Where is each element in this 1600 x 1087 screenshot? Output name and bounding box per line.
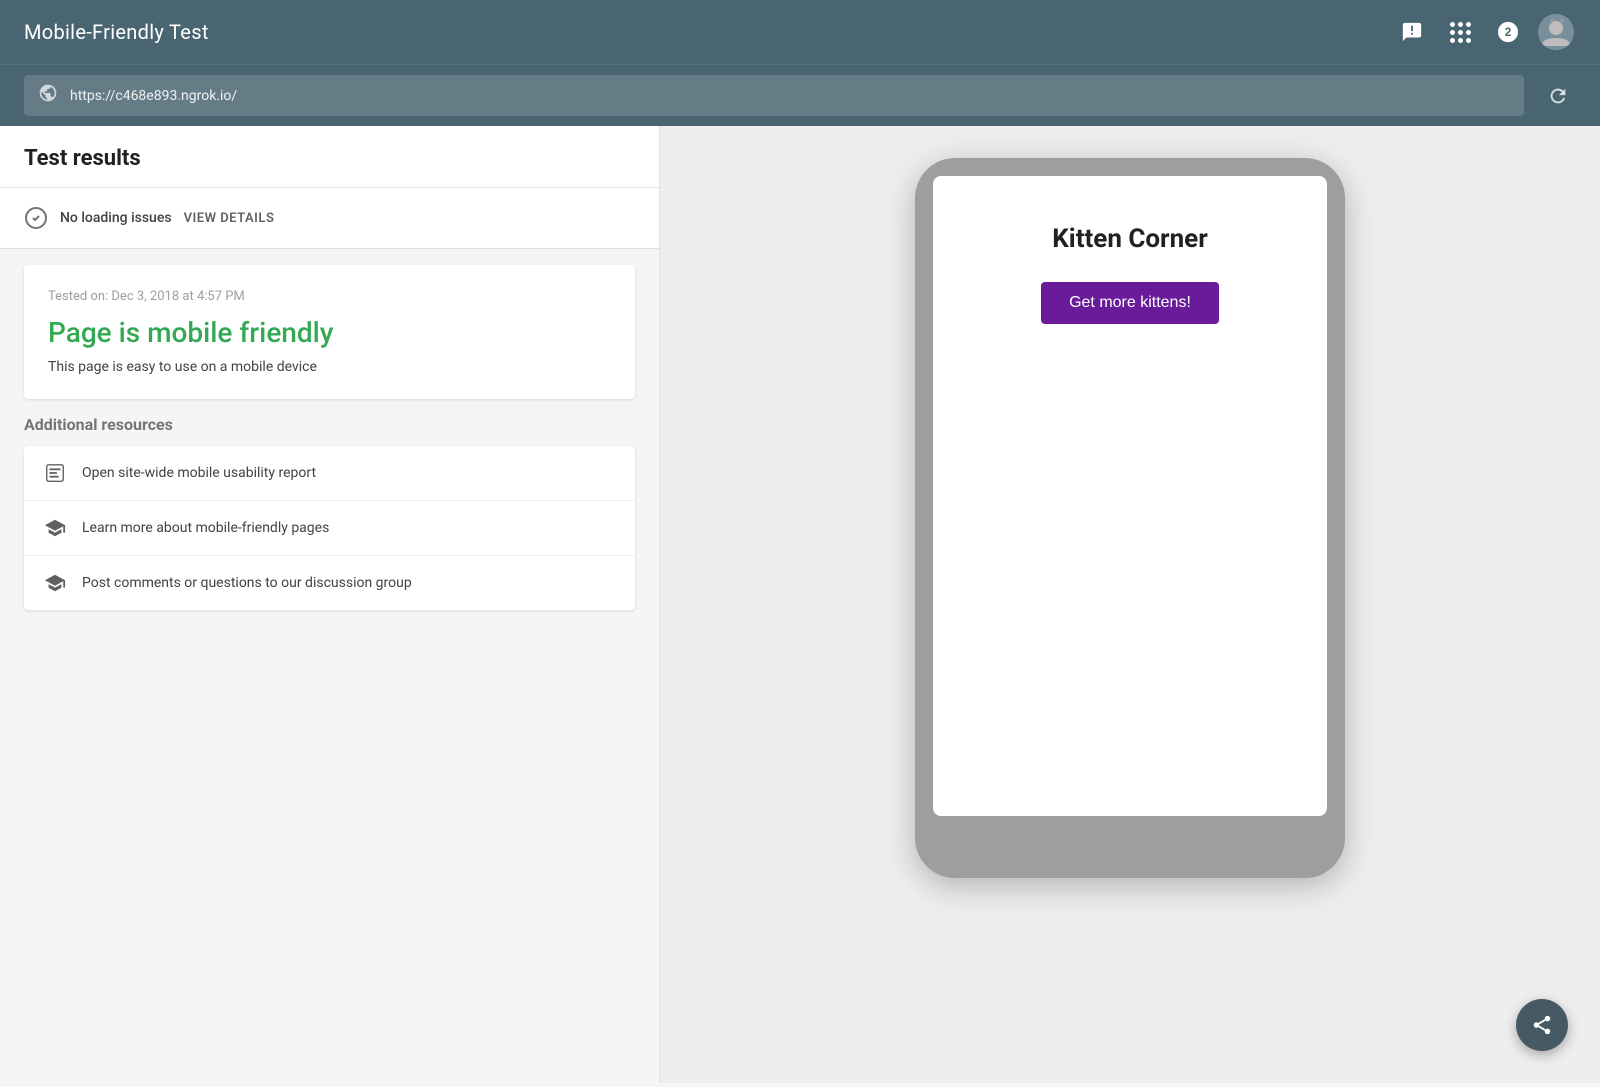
url-input-wrapper[interactable]: https://c468e893.ngrok.io/ [24,75,1524,116]
app-header: Mobile-Friendly Test 2 [0,0,1600,64]
grid-icon [1450,22,1471,43]
right-panel: Kitten Corner Get more kittens! [660,126,1600,1083]
mobile-friendly-description: This page is easy to use on a mobile dev… [48,359,611,375]
phone-screen: Kitten Corner Get more kittens! [933,176,1327,816]
feedback-icon [1401,21,1423,43]
view-details-link[interactable]: VIEW DETAILS [184,211,275,226]
no-loading-issues-text: No loading issues [60,210,172,226]
phone-cta-button[interactable]: Get more kittens! [1041,282,1219,324]
left-panel: Test results No loading issues VIEW DETA… [0,126,660,1083]
avatar [1538,14,1574,50]
notifications-button[interactable]: 2 [1488,12,1528,52]
svg-text:2: 2 [1505,25,1512,39]
additional-resources-title: Additional resources [24,415,635,434]
resource-learn-text: Learn more about mobile-friendly pages [82,520,329,536]
url-text: https://c468e893.ngrok.io/ [70,88,237,104]
resource-item-usability[interactable]: Open site-wide mobile usability report [24,446,635,501]
test-results-title: Test results [24,146,635,171]
result-card: Tested on: Dec 3, 2018 at 4:57 PM Page i… [24,265,635,399]
refresh-button[interactable] [1540,78,1576,114]
resource-item-learn[interactable]: Learn more about mobile-friendly pages [24,501,635,556]
globe-icon [38,83,58,108]
resource-usability-text: Open site-wide mobile usability report [82,465,316,481]
notifications-icon: 2 [1497,21,1519,43]
phone-site-title: Kitten Corner [1052,224,1207,254]
share-icon [1531,1014,1553,1036]
header-actions: 2 [1392,12,1576,52]
check-circle-icon [24,206,48,230]
account-button[interactable] [1536,12,1576,52]
loading-status-bar: No loading issues VIEW DETAILS [0,188,659,249]
feedback-button[interactable] [1392,12,1432,52]
phone-mockup: Kitten Corner Get more kittens! [915,158,1345,878]
test-results-header: Test results [0,126,659,188]
apps-button[interactable] [1440,12,1480,52]
additional-resources-section: Additional resources Open site-wide mobi… [0,415,659,610]
app-title: Mobile-Friendly Test [24,20,209,44]
url-bar: https://c468e893.ngrok.io/ [0,64,1600,126]
school-icon-2 [44,572,66,594]
report-icon [44,462,66,484]
tested-on-text: Tested on: Dec 3, 2018 at 4:57 PM [48,289,611,304]
resources-card: Open site-wide mobile usability report L… [24,446,635,610]
mobile-friendly-heading: Page is mobile friendly [48,316,611,349]
main-content: Test results No loading issues VIEW DETA… [0,126,1600,1083]
school-icon-1 [44,517,66,539]
resource-discuss-text: Post comments or questions to our discus… [82,575,412,591]
share-fab-button[interactable] [1516,999,1568,1051]
resource-item-discuss[interactable]: Post comments or questions to our discus… [24,556,635,610]
